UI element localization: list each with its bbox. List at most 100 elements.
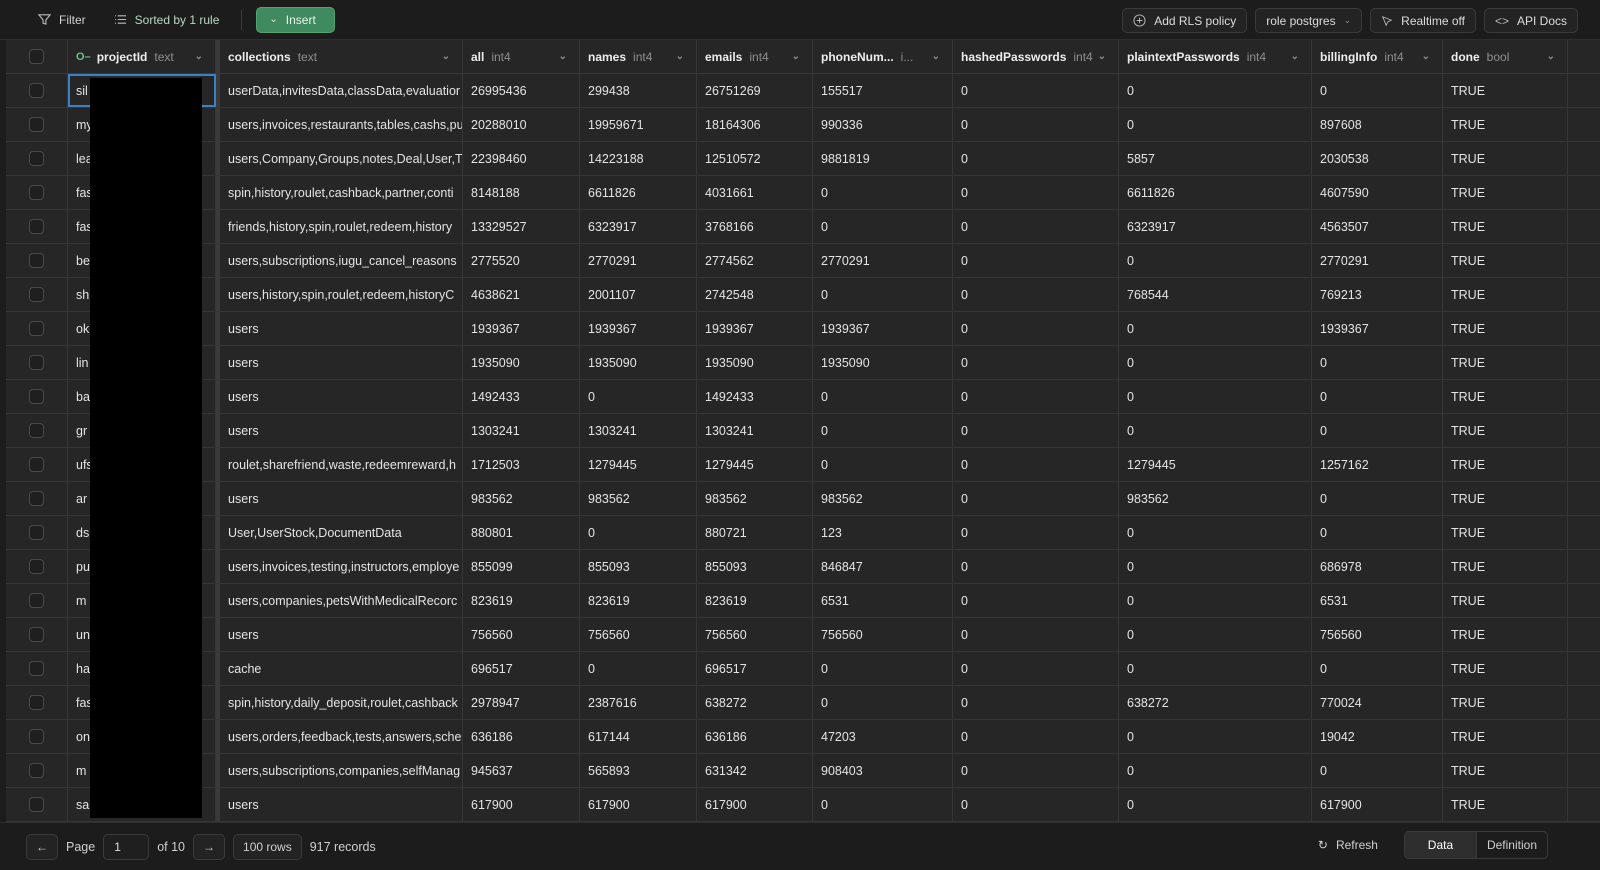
cell-hashedpasswords[interactable]: 0 (953, 516, 1119, 549)
cell-hashedpasswords[interactable]: 0 (953, 414, 1119, 447)
column-header-4[interactable]: emails int4 ⌄ (697, 40, 813, 73)
cell-collections[interactable]: users,history,spin,roulet,redeem,history… (220, 278, 463, 311)
cell-billinginfo[interactable]: 6531 (1312, 584, 1443, 617)
cell-done[interactable]: TRUE (1443, 210, 1568, 243)
cell-emails[interactable]: 1279445 (697, 448, 813, 481)
cell-billinginfo[interactable]: 686978 (1312, 550, 1443, 583)
row-checkbox[interactable] (29, 83, 44, 98)
row-checkbox[interactable] (29, 423, 44, 438)
cell-plaintextpasswords[interactable]: 638272 (1119, 686, 1312, 719)
column-header-2[interactable]: all int4 ⌄ (463, 40, 580, 73)
cell-hashedpasswords[interactable]: 0 (953, 278, 1119, 311)
row-checkbox[interactable] (29, 457, 44, 472)
table-row[interactable]: be users,subscriptions,iugu_cancel_reason… (6, 244, 1600, 278)
cell-all[interactable]: 1303241 (463, 414, 580, 447)
cell-names[interactable]: 1939367 (580, 312, 697, 345)
cell-plaintextpasswords[interactable]: 768544 (1119, 278, 1312, 311)
cell-emails[interactable]: 880721 (697, 516, 813, 549)
cell-hashedpasswords[interactable]: 0 (953, 380, 1119, 413)
column-header-6[interactable]: hashedPasswords int4 ⌄ (953, 40, 1119, 73)
table-row[interactable]: fas spin,history,roulet,cashback,partner,… (6, 176, 1600, 210)
cell-emails[interactable]: 2742548 (697, 278, 813, 311)
cell-names[interactable]: 6611826 (580, 176, 697, 209)
cell-names[interactable]: 6323917 (580, 210, 697, 243)
cell-billinginfo[interactable]: 1939367 (1312, 312, 1443, 345)
cell-emails[interactable]: 983562 (697, 482, 813, 515)
cell-phonenum[interactable]: 155517 (813, 74, 953, 107)
cell-plaintextpasswords[interactable]: 0 (1119, 788, 1312, 821)
cell-collections[interactable]: users (220, 482, 463, 515)
cell-emails[interactable]: 26751269 (697, 74, 813, 107)
cell-done[interactable]: TRUE (1443, 346, 1568, 379)
sort-button[interactable]: Sorted by 1 rule (106, 7, 228, 33)
table-row[interactable]: fas friends,history,spin,roulet,redeem,hi… (6, 210, 1600, 244)
cell-plaintextpasswords[interactable]: 0 (1119, 380, 1312, 413)
cell-collections[interactable]: spin,history,daily_deposit,roulet,cashba… (220, 686, 463, 719)
cell-hashedpasswords[interactable]: 0 (953, 142, 1119, 175)
cell-emails[interactable]: 4031661 (697, 176, 813, 209)
cell-collections[interactable]: User,UserStock,DocumentData (220, 516, 463, 549)
cell-emails[interactable]: 631342 (697, 754, 813, 787)
cell-all[interactable]: 4638621 (463, 278, 580, 311)
cell-all[interactable]: 636186 (463, 720, 580, 753)
cell-billinginfo[interactable]: 770024 (1312, 686, 1443, 719)
cell-collections[interactable]: users,companies,petsWithMedicalRecorc (220, 584, 463, 617)
cell-all[interactable]: 696517 (463, 652, 580, 685)
prev-page-button[interactable]: ← (26, 833, 58, 860)
cell-plaintextpasswords[interactable]: 6611826 (1119, 176, 1312, 209)
cell-phonenum[interactable]: 47203 (813, 720, 953, 753)
cell-plaintextpasswords[interactable]: 0 (1119, 754, 1312, 787)
cell-collections[interactable]: users,invoices,restaurants,tables,cashs,… (220, 108, 463, 141)
cell-all[interactable]: 1939367 (463, 312, 580, 345)
cell-plaintextpasswords[interactable]: 0 (1119, 244, 1312, 277)
cell-names[interactable]: 617144 (580, 720, 697, 753)
cell-collections[interactable]: users (220, 414, 463, 447)
cell-billinginfo[interactable]: 2770291 (1312, 244, 1443, 277)
row-checkbox[interactable] (29, 661, 44, 676)
cell-names[interactable]: 617900 (580, 788, 697, 821)
cell-emails[interactable]: 638272 (697, 686, 813, 719)
cell-plaintextpasswords[interactable]: 0 (1119, 652, 1312, 685)
cell-plaintextpasswords[interactable]: 5857 (1119, 142, 1312, 175)
cell-names[interactable]: 1303241 (580, 414, 697, 447)
cell-plaintextpasswords[interactable]: 0 (1119, 720, 1312, 753)
cell-all[interactable]: 823619 (463, 584, 580, 617)
chevron-down-icon[interactable]: ⌄ (676, 51, 684, 62)
cell-billinginfo[interactable]: 1257162 (1312, 448, 1443, 481)
row-checkbox[interactable] (29, 593, 44, 608)
cell-names[interactable]: 0 (580, 380, 697, 413)
cell-names[interactable]: 19959671 (580, 108, 697, 141)
cell-phonenum[interactable]: 0 (813, 414, 953, 447)
table-row[interactable]: ha cache 696517 0 696517 0 0 0 0 TRUE (6, 652, 1600, 686)
cell-phonenum[interactable]: 0 (813, 380, 953, 413)
cell-all[interactable]: 22398460 (463, 142, 580, 175)
cell-billinginfo[interactable]: 617900 (1312, 788, 1443, 821)
row-checkbox[interactable] (29, 389, 44, 404)
cell-hashedpasswords[interactable]: 0 (953, 176, 1119, 209)
cell-phonenum[interactable]: 1939367 (813, 312, 953, 345)
cell-emails[interactable]: 1939367 (697, 312, 813, 345)
cell-hashedpasswords[interactable]: 0 (953, 584, 1119, 617)
cell-hashedpasswords[interactable]: 0 (953, 210, 1119, 243)
cell-names[interactable]: 2001107 (580, 278, 697, 311)
row-checkbox[interactable] (29, 525, 44, 540)
chevron-down-icon[interactable]: ⌄ (195, 51, 203, 62)
cell-collections[interactable]: users (220, 618, 463, 651)
cell-plaintextpasswords[interactable]: 0 (1119, 74, 1312, 107)
row-checkbox[interactable] (29, 219, 44, 234)
cell-billinginfo[interactable]: 4607590 (1312, 176, 1443, 209)
role-select[interactable]: role postgres ⌄ (1255, 8, 1363, 33)
chevron-down-icon[interactable]: ⌄ (1547, 51, 1555, 62)
cell-phonenum[interactable]: 0 (813, 278, 953, 311)
table-row[interactable]: m users,companies,petsWithMedicalRecorc 82… (6, 584, 1600, 618)
cell-billinginfo[interactable]: 4563507 (1312, 210, 1443, 243)
row-checkbox[interactable] (29, 355, 44, 370)
table-row[interactable]: sa users 617900 617900 617900 0 0 0 617900 TRUE (6, 788, 1600, 822)
cell-all[interactable]: 945637 (463, 754, 580, 787)
cell-names[interactable]: 983562 (580, 482, 697, 515)
cell-collections[interactable]: users (220, 380, 463, 413)
cell-names[interactable]: 0 (580, 516, 697, 549)
cell-hashedpasswords[interactable]: 0 (953, 244, 1119, 277)
cell-all[interactable]: 1492433 (463, 380, 580, 413)
cell-phonenum[interactable]: 990336 (813, 108, 953, 141)
